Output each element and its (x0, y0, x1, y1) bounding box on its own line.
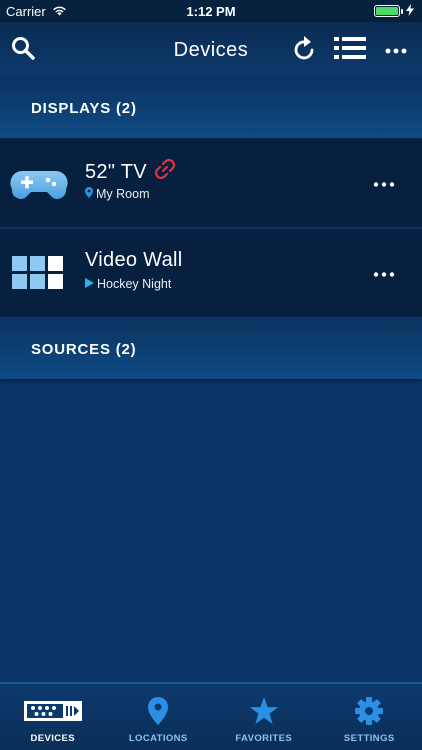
more-icon (373, 264, 395, 282)
device-location: My Room (96, 187, 150, 201)
tab-bar: DEVICES LOCATIONS FAVORITES SETTINGS (0, 682, 422, 750)
more-options-button[interactable] (378, 32, 414, 68)
page-title: Devices (173, 38, 249, 61)
sources-section-header[interactable]: SOURCES (2) (0, 319, 422, 379)
status-left: Carrier (6, 4, 67, 19)
device-name-text: Video Wall (85, 249, 183, 271)
tab-label: SETTINGS (343, 733, 395, 744)
device-name-text: 52" TV (85, 160, 147, 183)
gamepad-icon (10, 163, 68, 205)
device-subtitle: My Room (85, 187, 149, 201)
tab-favorites[interactable]: FAVORITES (211, 684, 317, 750)
device-now-playing: Hockey Night (97, 277, 172, 291)
location-icon (148, 696, 169, 726)
gear-icon (355, 696, 384, 726)
location-pin-icon (85, 187, 93, 201)
wifi-icon (52, 4, 67, 19)
status-bar: Carrier 1:12 PM (0, 0, 422, 22)
tab-settings[interactable]: SETTINGS (317, 684, 422, 750)
device-name: 52" TV (85, 158, 175, 185)
battery-level (376, 7, 398, 15)
list-view-button[interactable] (332, 32, 368, 68)
tab-label: LOCATIONS (128, 733, 188, 744)
star-icon (249, 696, 279, 726)
nav-bar: Devices (0, 22, 422, 78)
play-icon (85, 277, 94, 291)
devices-icon (23, 696, 82, 726)
tab-locations[interactable]: LOCATIONS (106, 684, 212, 750)
list-icon (334, 36, 366, 64)
refresh-button[interactable] (287, 32, 323, 68)
tab-label: FAVORITES (235, 733, 293, 744)
device-subtitle: Hockey Night (85, 277, 171, 291)
displays-header-label: DISPLAYS (2) (31, 99, 137, 117)
tab-label: DEVICES (30, 733, 75, 744)
status-right (374, 3, 414, 19)
device-row-video-wall[interactable]: Video Wall Hockey Night (0, 229, 422, 318)
battery-icon (374, 5, 403, 17)
carrier-label: Carrier (6, 3, 46, 19)
more-icon (373, 174, 395, 192)
more-icon (385, 41, 407, 59)
search-icon (11, 36, 35, 65)
device-more-button[interactable] (372, 173, 396, 193)
grid-icon (10, 253, 68, 295)
displays-section-header[interactable]: DISPLAYS (2) (0, 78, 422, 138)
tab-devices[interactable]: DEVICES (0, 684, 106, 750)
refresh-icon (293, 35, 317, 66)
device-name: Video Wall (85, 249, 183, 272)
sources-header-label: SOURCES (2) (31, 340, 137, 358)
search-button[interactable] (5, 32, 41, 68)
device-row-tv[interactable]: 52" TV My Room (0, 139, 422, 228)
charging-icon (406, 3, 414, 19)
device-more-button[interactable] (372, 263, 396, 283)
link-broken-icon (154, 158, 175, 185)
